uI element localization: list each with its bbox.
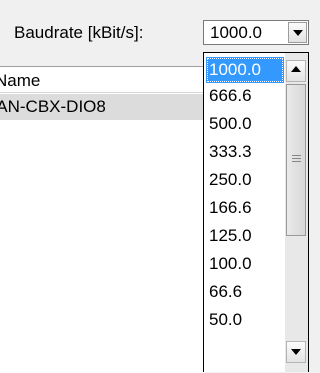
baudrate-option[interactable]: 166.6 xyxy=(206,195,284,221)
baudrate-option[interactable]: 333.3 xyxy=(206,139,284,165)
baudrate-option[interactable]: 666.6 xyxy=(206,83,284,109)
scroll-up-button[interactable] xyxy=(286,60,306,82)
scroll-up-arrow-icon xyxy=(291,66,301,72)
column-header-label: Name xyxy=(0,71,41,90)
chevron-down-icon xyxy=(293,30,303,36)
baudrate-option[interactable]: 66.6 xyxy=(206,279,284,305)
thumb-grip-line xyxy=(292,155,301,156)
scrollbar-thumb[interactable] xyxy=(286,84,306,236)
device-name: CAN-CBX-DIO8 xyxy=(0,97,106,116)
baudrate-label: Baudrate [kBit/s]: xyxy=(14,23,144,42)
thumb-grip-line xyxy=(292,158,301,159)
device-row[interactable]: CAN-CBX-DIO8 xyxy=(0,94,205,120)
thumb-grip-line xyxy=(292,161,301,162)
baudrate-combobox[interactable]: 1000.0 xyxy=(203,20,309,45)
baudrate-option[interactable]: 250.0 xyxy=(206,167,284,193)
baudrate-option[interactable]: 125.0 xyxy=(206,223,284,249)
baudrate-dropdown-list[interactable]: 1000.0 666.6 500.0 333.3 250.0 166.6 125… xyxy=(203,52,309,372)
column-header-name[interactable]: Name xyxy=(0,67,205,93)
baudrate-dropdown-button[interactable] xyxy=(288,22,307,43)
dropdown-scrollbar[interactable] xyxy=(285,53,308,372)
scroll-down-button[interactable] xyxy=(286,341,306,363)
baudrate-option[interactable]: 1000.0 xyxy=(206,57,284,83)
scroll-down-arrow-icon xyxy=(291,349,301,355)
baudrate-option[interactable]: 100.0 xyxy=(206,251,284,277)
baudrate-option[interactable]: 50.0 xyxy=(206,307,284,333)
baudrate-selected-value: 1000.0 xyxy=(210,23,262,42)
baudrate-option[interactable]: 500.0 xyxy=(206,111,284,137)
device-list[interactable]: Name CAN-CBX-DIO8 xyxy=(0,66,205,373)
